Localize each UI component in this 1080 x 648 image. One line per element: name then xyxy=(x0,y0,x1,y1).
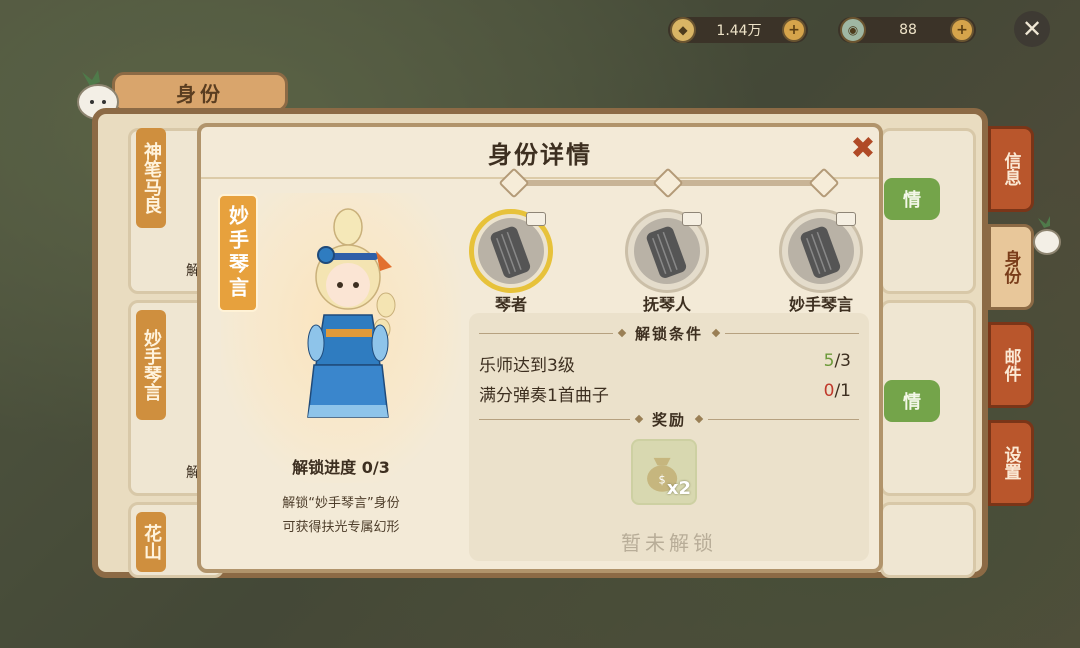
condition-progress: 0/1 xyxy=(823,381,851,401)
tier-label: 琴者 xyxy=(494,295,527,314)
tab-settings[interactable]: 设置 xyxy=(988,420,1034,506)
guqin-icon xyxy=(478,212,546,284)
reward-quantity: x2 xyxy=(666,478,691,499)
unlock-requirements-box: 解锁条件 乐师达到3级 5/3 满分弹奏1首曲子 0/1 奖励 $ x2 暂未解… xyxy=(469,313,869,561)
identity-card-name: 花山 xyxy=(136,512,166,572)
coin-icon: ◆ xyxy=(670,17,696,43)
add-coins-button[interactable]: + xyxy=(782,18,806,42)
character-name-banner: 妙手琴言 xyxy=(218,194,258,312)
condition-progress: 5/3 xyxy=(823,351,851,371)
tier-badge-miaoshouqinyan[interactable] xyxy=(779,209,863,293)
unlock-conditions-header: 解锁条件 xyxy=(479,323,860,343)
tab-info[interactable]: 信息 xyxy=(988,126,1034,212)
reward-item[interactable]: $ x2 xyxy=(631,439,697,505)
identity-card-right xyxy=(880,502,976,578)
unlock-description: 解锁“妙手琴言”身份 可获得扶光专属幻形 xyxy=(221,492,461,540)
jade-coin-icon: ◉ xyxy=(840,17,866,43)
condition-row: 满分弹奏1首曲子 0/1 xyxy=(479,381,851,406)
condition-text: 满分弹奏1首曲子 xyxy=(479,386,609,406)
tier-tag-icon xyxy=(526,212,546,226)
locked-status: 暂未解锁 xyxy=(621,531,717,555)
details-button[interactable]: 情 xyxy=(884,178,940,220)
jade-value: 88 xyxy=(899,22,917,38)
tier-label: 妙手琴言 xyxy=(788,295,853,314)
description-line: 解锁“妙手琴言”身份 xyxy=(282,496,400,511)
tab-mail[interactable]: 邮件 xyxy=(988,322,1034,408)
tier-tag-icon xyxy=(836,212,856,226)
dialog-title: 身份详情 xyxy=(488,141,592,169)
condition-text: 乐师达到3级 xyxy=(479,356,575,376)
guqin-icon xyxy=(634,212,702,284)
condition-row: 乐师达到3级 5/3 xyxy=(479,351,851,376)
jade-counter: ◉ 88 + xyxy=(838,17,976,43)
unlock-conditions-title: 解锁条件 xyxy=(635,324,704,343)
identity-card-name: 神笔马良 xyxy=(136,128,166,228)
panel-tab-title: 身份 xyxy=(112,72,288,112)
dialog-header: 身份详情 ✖ xyxy=(201,127,879,179)
tier-badge-qinzhe[interactable] xyxy=(469,209,553,293)
reward-title: 奖励 xyxy=(652,410,687,429)
unlock-progress: 解锁进度 0/3 xyxy=(292,458,390,477)
character-illustration xyxy=(307,208,396,418)
tier-label: 抚琴人 xyxy=(642,295,691,314)
details-button[interactable]: 情 xyxy=(884,380,940,422)
tier-badge-fuqinren[interactable] xyxy=(625,209,709,293)
identity-detail-dialog: 身份详情 ✖ 妙手琴言 解锁进度 0/3 解锁“妙手琴言”身份 可获得扶光专属幻… xyxy=(197,123,883,573)
guqin-icon xyxy=(788,212,856,284)
add-jade-button[interactable]: + xyxy=(950,18,974,42)
coin-value: 1.44万 xyxy=(716,23,762,39)
dialog-close-button[interactable]: ✖ xyxy=(849,134,877,164)
tab-identity[interactable]: 身份 xyxy=(988,224,1034,310)
radish-mascot-icon xyxy=(1033,216,1061,255)
tier-tag-icon xyxy=(682,212,702,226)
close-screen-button[interactable]: ✕ xyxy=(1014,11,1050,47)
coin-counter: ◆ 1.44万 + xyxy=(668,17,808,43)
svg-text:$: $ xyxy=(659,473,666,486)
description-line: 可获得扶光专属幻形 xyxy=(282,520,400,535)
reward-header: 奖励 xyxy=(479,409,860,429)
identity-card-name: 妙手琴言 xyxy=(136,310,166,420)
